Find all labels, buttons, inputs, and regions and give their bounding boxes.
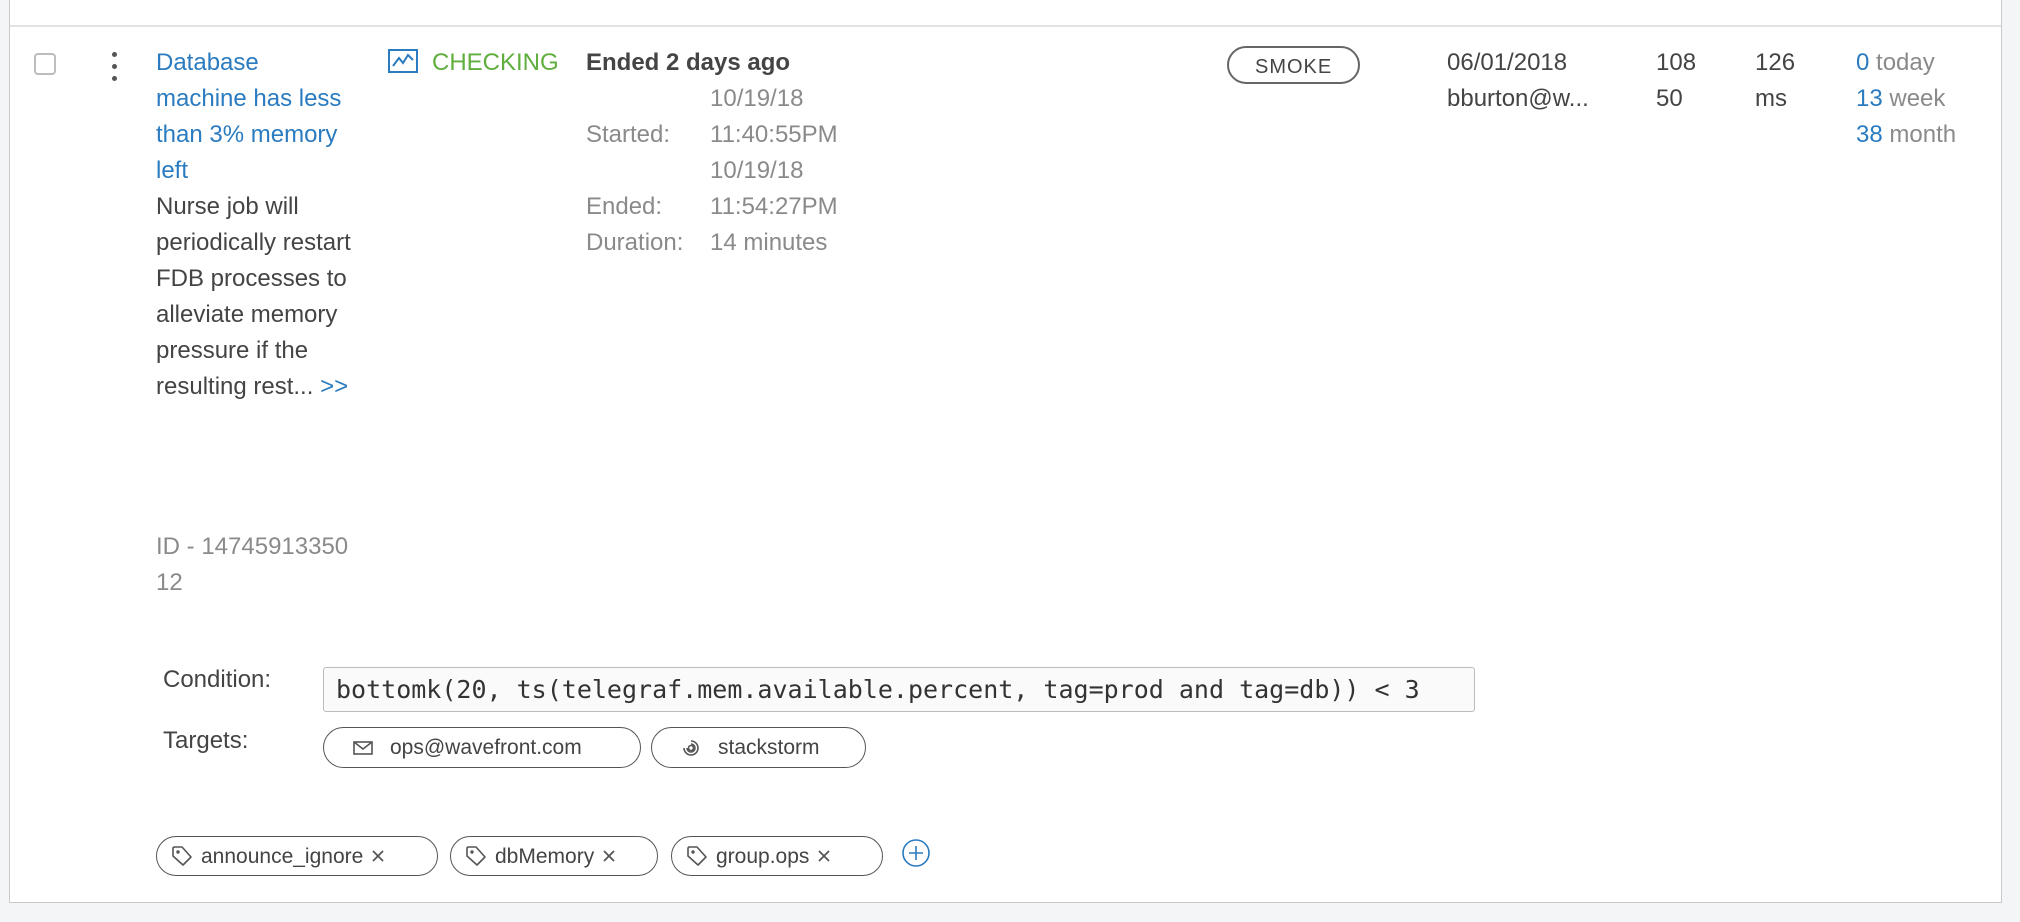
alert-timing: Ended 2 days ago 10/19/18 Started: 11:40:…	[586, 45, 838, 261]
fired-counts: 0 today 13 week 38 month	[1856, 45, 1956, 153]
fired-month[interactable]: 38 month	[1856, 117, 1956, 153]
mail-icon	[346, 740, 380, 756]
tag-label: group.ops	[716, 844, 810, 868]
updated-by: bburton@w...	[1447, 85, 1589, 112]
fired-week-count[interactable]: 13	[1856, 85, 1883, 112]
remove-tag-icon[interactable]	[817, 849, 831, 863]
alert-description: Nurse job will periodically restart FDB …	[156, 189, 356, 405]
metric-b: 50	[1656, 85, 1683, 112]
fired-month-count[interactable]: 38	[1856, 121, 1883, 148]
status-label: CHECKING	[432, 49, 559, 76]
alert-info: Database machine has less than 3% memory…	[156, 45, 356, 405]
tag-pill[interactable]: group.ops	[671, 836, 883, 876]
targets-label: Targets:	[163, 727, 249, 754]
row-select-checkbox[interactable]	[34, 53, 56, 75]
ended-date: 10/19/18	[710, 157, 804, 184]
fired-today-label: today	[1876, 49, 1935, 76]
latency-column: 126 ms	[1755, 45, 1795, 117]
target-stackstorm[interactable]: stackstorm	[651, 727, 866, 768]
ended-label: Ended:	[586, 193, 663, 220]
tag-pill[interactable]: announce_ignore	[156, 836, 438, 876]
alert-id: ID - 1474591335012	[156, 533, 349, 596]
fired-week[interactable]: 13 week	[1856, 81, 1956, 117]
updated-info: 06/01/2018 bburton@w...	[1447, 45, 1589, 117]
tag-icon	[171, 845, 193, 867]
started-date: 10/19/18	[710, 85, 804, 112]
alert-card: Database machine has less than 3% memory…	[9, 0, 2002, 903]
row-actions-menu-icon[interactable]	[103, 50, 127, 84]
remove-tag-icon[interactable]	[371, 849, 385, 863]
fired-today-count[interactable]: 0	[1856, 49, 1869, 76]
started-time: 11:40:55PM	[710, 121, 838, 148]
chart-status-icon	[388, 49, 418, 73]
target-email[interactable]: ops@wavefront.com	[323, 727, 641, 768]
target-stackstorm-label: stackstorm	[718, 735, 820, 759]
duration-value: 14 minutes	[710, 229, 828, 256]
stackstorm-icon	[674, 737, 708, 759]
description-more-link[interactable]: >>	[320, 373, 348, 400]
duration-label: Duration:	[586, 229, 684, 256]
alert-name-link[interactable]: Database machine has less than 3% memory…	[156, 45, 356, 189]
add-tag-icon[interactable]	[901, 838, 931, 868]
fired-today[interactable]: 0 today	[1856, 45, 1956, 81]
latency-unit: ms	[1755, 85, 1787, 112]
metric-a: 108	[1656, 49, 1697, 76]
ended-summary: Ended 2 days ago	[586, 49, 791, 76]
condition-label: Condition:	[163, 666, 272, 693]
severity-badge: SMOKE	[1227, 46, 1361, 84]
alert-status: CHECKING	[388, 45, 559, 81]
remove-tag-icon[interactable]	[602, 849, 616, 863]
target-email-label: ops@wavefront.com	[390, 735, 582, 759]
tag-icon	[686, 845, 708, 867]
updated-date: 06/01/2018	[1447, 49, 1568, 76]
latency-value: 126	[1755, 49, 1796, 76]
header-divider	[10, 25, 2001, 27]
tag-label: announce_ignore	[201, 844, 364, 868]
fired-month-label: month	[1889, 121, 1957, 148]
fired-week-label: week	[1889, 85, 1946, 112]
alert-description-text: Nurse job will periodically restart FDB …	[156, 193, 351, 400]
condition-query[interactable]: bottomk(20, ts(telegraf.mem.available.pe…	[323, 667, 1475, 712]
ended-time: 11:54:27PM	[710, 193, 838, 220]
tag-icon	[465, 845, 487, 867]
tag-label: dbMemory	[495, 844, 595, 868]
metric-column: 108 50	[1656, 45, 1696, 117]
tag-pill[interactable]: dbMemory	[450, 836, 658, 876]
started-label: Started:	[586, 121, 671, 148]
